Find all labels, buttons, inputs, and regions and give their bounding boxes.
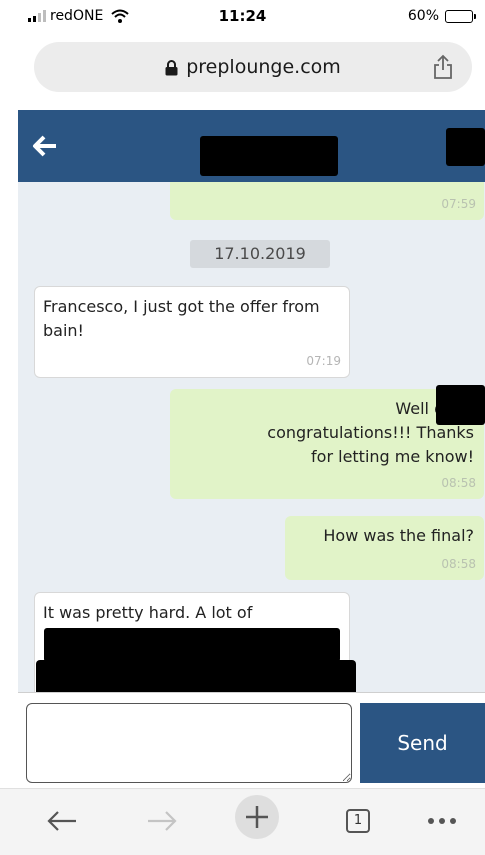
- date-divider: 17.10.2019: [190, 240, 330, 268]
- redacted-message-text: [44, 628, 340, 662]
- message-bubble-incoming: Francesco, I just got the offer from bai…: [34, 286, 350, 378]
- message-input[interactable]: [26, 703, 352, 783]
- message-time: 08:58: [441, 557, 476, 571]
- message-bubble-partial: 07:59: [170, 182, 484, 220]
- battery-percent: 60%: [407, 8, 439, 24]
- url-text: preplounge.com: [186, 56, 341, 78]
- chat-messages[interactable]: 07:59 17.10.2019 Francesco, I just got t…: [18, 182, 485, 692]
- send-button[interactable]: Send: [360, 703, 485, 783]
- message-text: Francesco, I just got the offer from bai…: [43, 297, 320, 340]
- browser-toolbar: 1: [0, 788, 485, 855]
- redacted-name: [436, 385, 485, 425]
- lock-icon: [165, 59, 178, 75]
- redacted-contact-name: [200, 136, 338, 176]
- redacted-message-text: [36, 660, 356, 692]
- browser-forward-icon: [148, 811, 177, 831]
- page-edge: [0, 110, 18, 788]
- status-right: 60%: [407, 8, 476, 24]
- tabs-icon: 1: [346, 809, 370, 833]
- tabs-button[interactable]: 1: [340, 803, 376, 839]
- more-options-button[interactable]: [420, 803, 464, 839]
- url-display[interactable]: preplounge.com: [34, 56, 472, 78]
- compose-bar: Send: [18, 692, 485, 788]
- browser-forward-button[interactable]: [142, 803, 182, 839]
- battery-icon: [445, 9, 476, 23]
- plus-icon: [235, 795, 279, 839]
- browser-back-button[interactable]: [42, 803, 82, 839]
- address-bar[interactable]: preplounge.com: [34, 42, 472, 92]
- redacted-header-action: [446, 128, 485, 166]
- new-tab-button[interactable]: [232, 795, 282, 839]
- chat-header: [18, 110, 485, 182]
- browser-back-icon: [47, 811, 76, 831]
- status-bar: redONE 11:24 60%: [0, 0, 485, 36]
- message-time: 07:19: [306, 354, 341, 368]
- message-text: How was the final?: [323, 526, 474, 545]
- message-time: 07:59: [441, 197, 476, 211]
- message-text: It was pretty hard. A lot of: [43, 603, 253, 622]
- message-bubble-outgoing: How was the final? 08:58: [285, 516, 484, 580]
- message-time: 08:58: [441, 476, 476, 490]
- more-dots-icon: [428, 818, 456, 824]
- share-icon[interactable]: [432, 54, 454, 80]
- arrow-left-icon[interactable]: [30, 132, 60, 160]
- browser-url-area: preplounge.com: [0, 36, 485, 110]
